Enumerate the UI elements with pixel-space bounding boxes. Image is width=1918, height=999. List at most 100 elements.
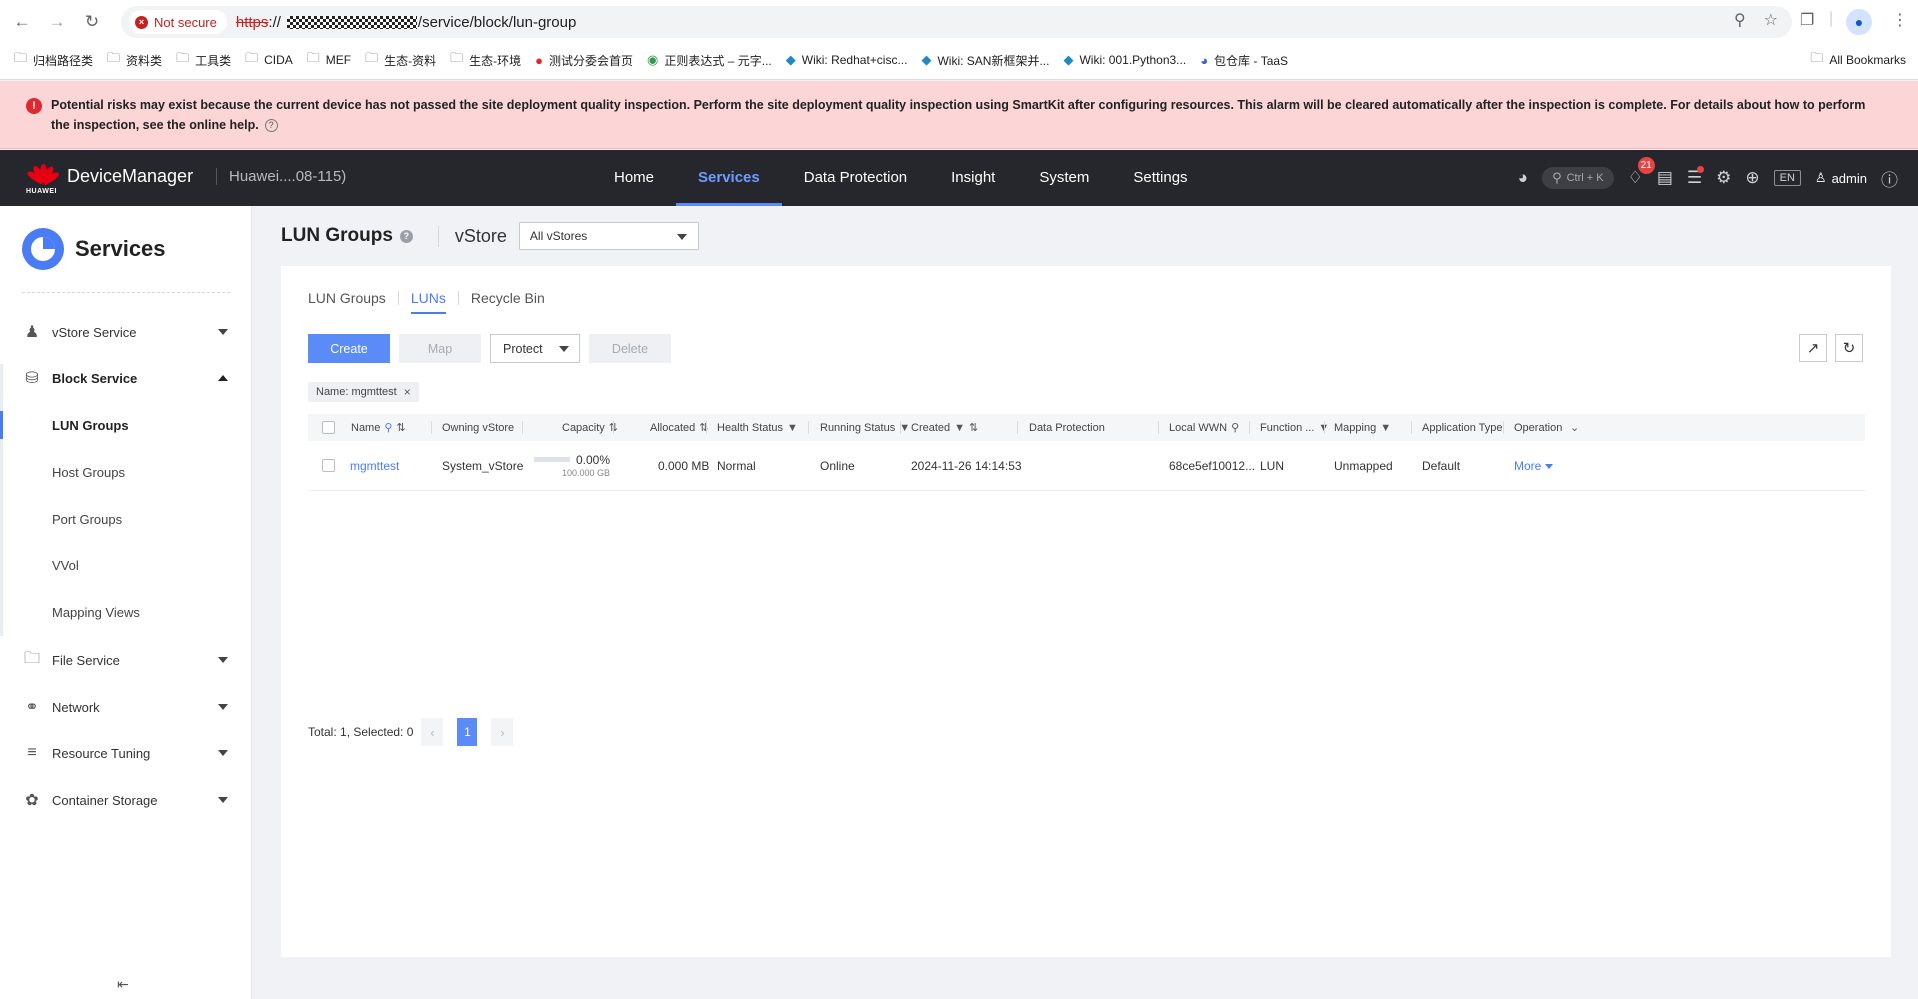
sidebar-item-block-service[interactable]: ⛁ Block Service [0, 358, 252, 398]
sidebar-item-network[interactable]: ⚭ Network [0, 687, 252, 727]
bookmark-item[interactable]: 🗀 工具类 [176, 49, 231, 71]
language-switch[interactable]: EN [1773, 170, 1801, 186]
address-bar[interactable]: × Not secure https:// /service/block/lun-… [121, 6, 1792, 38]
bookmark-item[interactable]: ◆ Wiki: Redhat+cisc... [786, 52, 908, 68]
bookmark-item[interactable]: 🗀 资料类 [107, 49, 162, 71]
column-settings-icon[interactable]: ⌄ [1570, 421, 1579, 434]
protect-dropdown[interactable]: Protect [490, 334, 580, 363]
gear-icon[interactable]: ⚙ [1716, 168, 1731, 188]
col-created[interactable]: Created ▼ ⇅ [911, 421, 978, 434]
collapse-sidebar-icon[interactable]: ⇤ [117, 976, 129, 993]
col-health-status[interactable]: Health Status ▼ [717, 422, 798, 434]
prev-page-icon[interactable]: ‹ [421, 718, 444, 746]
global-search[interactable]: ⚲ Ctrl + K [1542, 167, 1614, 189]
device-name[interactable]: Huawei....08-115) [216, 168, 346, 185]
nav-settings[interactable]: Settings [1111, 150, 1209, 206]
toolbar: Create Map Protect Delete [308, 334, 671, 363]
app-header: HUAWEI DeviceManager Huawei....08-115) H… [0, 150, 1918, 206]
security-chip[interactable]: × Not secure [129, 10, 227, 34]
filter-icon[interactable]: ▼ [787, 422, 798, 434]
sidebar-sub-port-groups[interactable]: Port Groups [0, 499, 252, 539]
col-operation: Operation [1514, 421, 1563, 434]
bookmark-item[interactable]: ◉ 正则表达式 – 元字... [647, 52, 772, 69]
more-operations-link[interactable]: More [1514, 459, 1554, 473]
forward-icon[interactable]: → [45, 10, 69, 34]
col-allocated[interactable]: Allocated ⇅ [650, 421, 708, 434]
bookmark-item[interactable]: ◆ Wiki: 001.Python3... [1063, 52, 1186, 68]
capacity-bar [534, 457, 570, 462]
reload-icon[interactable]: ↻ [80, 10, 104, 34]
menu-icon[interactable]: ⋮ [1892, 10, 1908, 30]
help-icon[interactable]: ? [264, 119, 278, 133]
url-scheme: https [235, 13, 269, 31]
nav-system[interactable]: System [1017, 150, 1111, 206]
sort-icon[interactable]: ⇅ [699, 422, 708, 434]
sidebar-item-resource-tuning[interactable]: ≡ Resource Tuning [0, 733, 252, 773]
bookmark-item[interactable]: ◆ Wiki: SAN新框架并... [921, 52, 1049, 69]
sidebar-sub-mapping-views[interactable]: Mapping Views [0, 592, 252, 632]
zoom-icon[interactable]: ⚲ [1734, 10, 1746, 30]
star-icon[interactable]: ☆ [1764, 10, 1778, 30]
notification-bell-icon[interactable]: ♢ 21 [1628, 157, 1655, 188]
sort-icon[interactable]: ⇅ [969, 422, 978, 434]
sort-icon[interactable]: ⇅ [396, 422, 405, 434]
nav-home[interactable]: Home [592, 150, 676, 206]
nav-data-protection[interactable]: Data Protection [782, 150, 929, 206]
next-page-icon[interactable]: › [491, 718, 514, 746]
lun-name-link[interactable]: mgmttest [350, 459, 399, 473]
delete-button[interactable]: Delete [589, 334, 671, 363]
help-icon[interactable]: ? [399, 229, 413, 243]
help-icon[interactable]: ⓘ [1881, 166, 1898, 191]
filter-icon[interactable]: ▼ [954, 422, 965, 434]
page-number[interactable]: 1 [457, 718, 478, 746]
bookmark-item[interactable]: 🗀 CIDA [245, 49, 293, 71]
col-local-wwn[interactable]: Local WWN ⚲ [1169, 421, 1239, 434]
user-menu[interactable]: ♙ admin [1815, 170, 1867, 186]
col-running-status[interactable]: Running Status ▼ [820, 422, 910, 434]
bookmark-item[interactable]: ● 测试分委会首页 [535, 52, 633, 69]
sidebar-sub-vvol[interactable]: VVol [0, 545, 252, 585]
nav-insight[interactable]: Insight [929, 150, 1017, 206]
page-header: LUN Groups ? vStore All vStores [281, 222, 699, 250]
export-icon[interactable]: ↗ [1799, 334, 1827, 362]
vstore-select[interactable]: All vStores [518, 222, 699, 250]
extensions-icon[interactable]: ❐ [1800, 10, 1814, 30]
sidebar-item-vstore-service[interactable]: ♟ vStore Service [0, 312, 252, 352]
sidebar-item-container-storage[interactable]: ✿ Container Storage [0, 780, 252, 820]
bookmark-item[interactable]: 🗀 归档路径类 [14, 49, 93, 71]
tab-lun-groups[interactable]: LUN Groups [308, 290, 386, 314]
sidebar-sub-host-groups[interactable]: Host Groups [0, 452, 252, 492]
col-application-type: Application Type [1422, 421, 1503, 434]
tab-luns[interactable]: LUNs [410, 290, 446, 314]
search-icon[interactable]: ⚲ [384, 422, 392, 434]
row-checkbox[interactable] [322, 459, 335, 472]
map-button[interactable]: Map [399, 334, 481, 363]
nav-services[interactable]: Services [676, 150, 782, 206]
all-bookmarks[interactable]: 🗀 All Bookmarks [1810, 48, 1906, 72]
theme-toggle-icon[interactable]: ◕ [1518, 168, 1528, 188]
close-icon[interactable]: × [404, 385, 411, 399]
col-capacity[interactable]: Capacity⇅ [562, 421, 618, 434]
col-function[interactable]: Function ...▼ [1260, 422, 1329, 434]
col-mapping[interactable]: Mapping ▼ [1334, 422, 1391, 434]
sidebar-item-file-service[interactable]: 🗀 File Service [0, 640, 252, 680]
back-icon[interactable]: ← [10, 10, 34, 34]
create-button[interactable]: Create [308, 334, 390, 363]
col-name[interactable]: Name ⚲ ⇅ [351, 421, 406, 434]
task-list-icon[interactable]: ☰ [1687, 166, 1705, 188]
select-all-checkbox[interactable] [322, 421, 335, 434]
add-icon[interactable]: ⊕ [1745, 168, 1759, 188]
pagination: Total: 1, Selected: 0 ‹ 1 › [308, 718, 514, 746]
bookmark-item[interactable]: 🗀 MEF [307, 49, 351, 71]
bookmark-item[interactable]: 🗀 生态-环境 [450, 49, 521, 71]
main-panel: LUN Groups LUNs Recycle Bin Create Map P… [281, 266, 1891, 957]
monitor-icon[interactable]: ▤ [1657, 168, 1673, 188]
refresh-icon[interactable]: ↻ [1835, 334, 1863, 362]
filter-icon[interactable]: ▼ [1380, 422, 1391, 434]
bookmark-item[interactable]: 🗀 生态-资料 [365, 49, 436, 71]
sidebar-sub-lun-groups[interactable]: LUN Groups [0, 405, 252, 445]
profile-icon[interactable]: ● [1846, 9, 1872, 35]
search-icon[interactable]: ⚲ [1231, 422, 1239, 434]
tab-recycle-bin[interactable]: Recycle Bin [471, 290, 545, 314]
bookmark-item[interactable]: ◕ 包仓库 - TaaS [1200, 52, 1288, 69]
